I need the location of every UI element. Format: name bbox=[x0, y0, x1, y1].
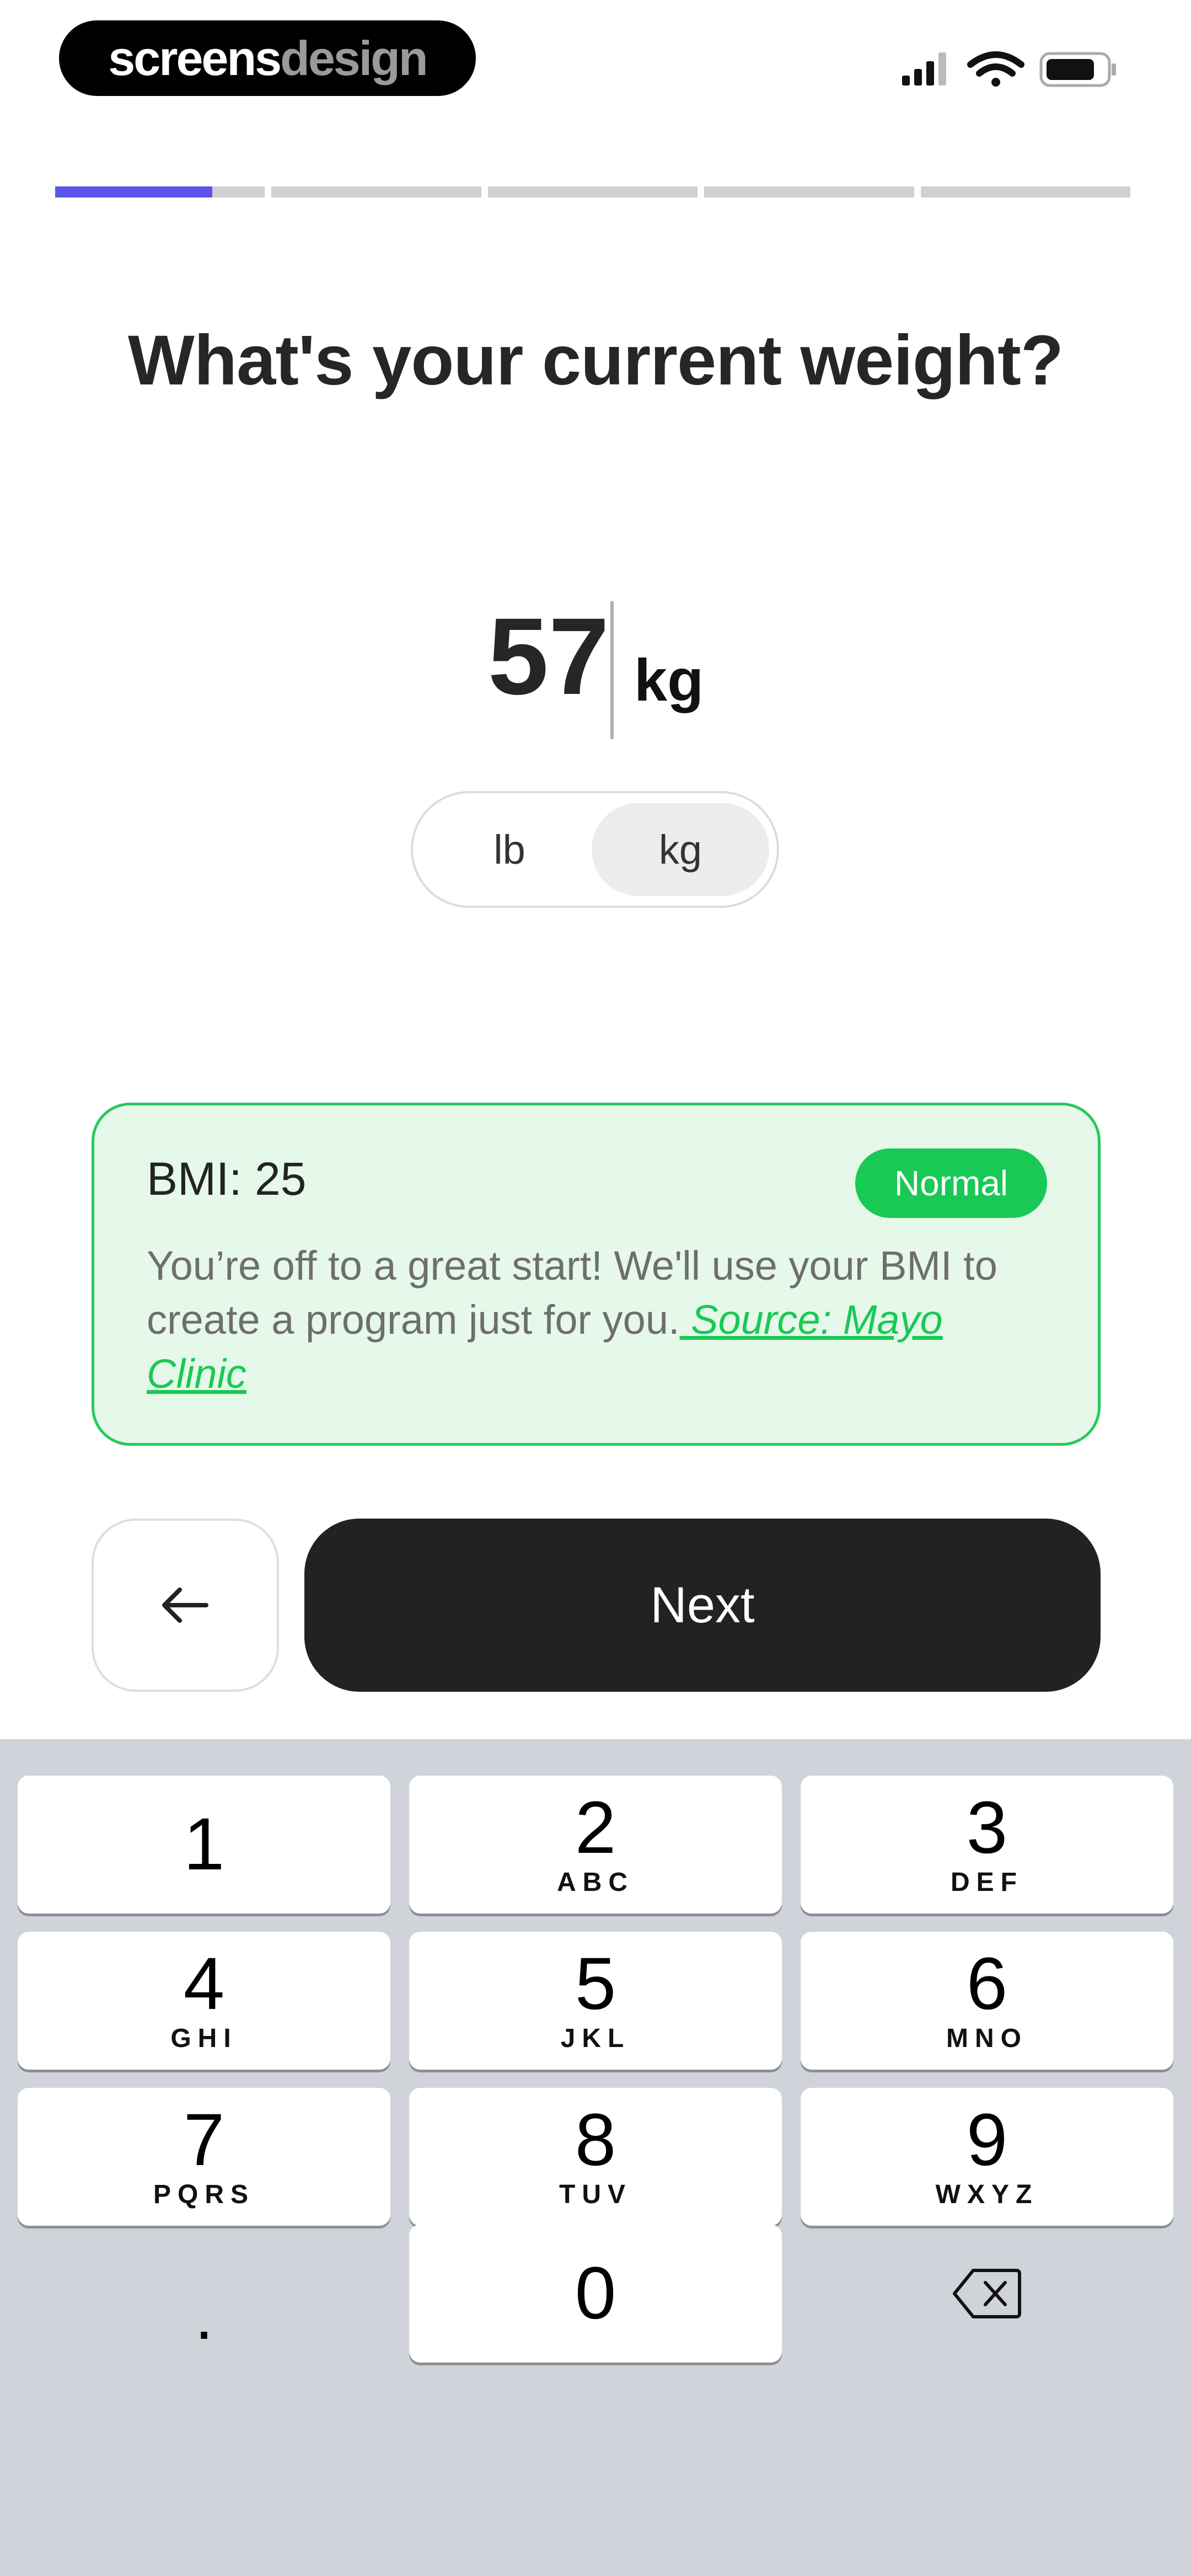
key-0[interactable]: 0 bbox=[409, 2225, 782, 2363]
bmi-card: BMI: 25 Normal You’re off to a great sta… bbox=[92, 1103, 1101, 1446]
progress-segment bbox=[487, 186, 698, 197]
next-button[interactable]: Next bbox=[304, 1519, 1101, 1692]
key-digit: 7 bbox=[183, 2099, 225, 2181]
progress-segment bbox=[920, 186, 1131, 197]
weight-value: 57 bbox=[487, 595, 609, 717]
backspace-icon bbox=[953, 2269, 1021, 2318]
key-digit: 8 bbox=[575, 2099, 616, 2181]
key-decimal[interactable]: . bbox=[18, 2244, 390, 2382]
progress-segment bbox=[271, 186, 481, 197]
back-button[interactable] bbox=[92, 1519, 279, 1692]
bmi-label: BMI: 25 bbox=[147, 1153, 307, 1205]
key-letters: JKL bbox=[560, 2024, 631, 2053]
unit-option-kg[interactable]: kg bbox=[592, 803, 769, 896]
progress-fill bbox=[55, 186, 213, 197]
progress-segment bbox=[55, 186, 265, 197]
text-cursor bbox=[610, 601, 614, 739]
progress-segment bbox=[704, 186, 914, 197]
key-8[interactable]: 8 TUV bbox=[409, 2088, 782, 2226]
key-digit: 3 bbox=[966, 1787, 1008, 1869]
key-digit: 9 bbox=[966, 2099, 1008, 2181]
key-digit: 0 bbox=[575, 2252, 616, 2334]
bmi-description: You’re off to a great start! We'll use y… bbox=[147, 1239, 1051, 1401]
key-1[interactable]: 1 bbox=[18, 1776, 390, 1914]
key-letters: TUV bbox=[559, 2180, 632, 2209]
weight-input[interactable]: 57 kg bbox=[0, 601, 1191, 745]
key-letters: DEF bbox=[951, 1868, 1023, 1897]
key-5[interactable]: 5 JKL bbox=[409, 1932, 782, 2070]
key-6[interactable]: 6 MNO bbox=[801, 1932, 1173, 2070]
key-9[interactable]: 9 WXYZ bbox=[801, 2088, 1173, 2226]
key-letters: MNO bbox=[946, 2024, 1028, 2053]
brand-logo-part1: screens bbox=[108, 30, 282, 85]
key-digit: 6 bbox=[966, 1943, 1008, 2025]
page-title: What's your current weight? bbox=[128, 321, 1064, 400]
status-icons bbox=[902, 51, 1116, 87]
arrow-left-icon bbox=[162, 1588, 208, 1623]
onboarding-progress bbox=[55, 186, 1131, 197]
key-digit: 5 bbox=[575, 1943, 616, 2025]
status-badge: Normal bbox=[855, 1148, 1047, 1218]
brand-logo-part2: design bbox=[280, 30, 428, 85]
key-digit: 4 bbox=[183, 1943, 225, 2025]
key-decimal-label: . bbox=[195, 2279, 213, 2353]
key-letters: ABC bbox=[557, 1868, 634, 1897]
key-4[interactable]: 4 GHI bbox=[18, 1932, 390, 2070]
key-letters: GHI bbox=[170, 2024, 238, 2053]
key-letters: WXYZ bbox=[935, 2180, 1039, 2209]
key-7[interactable]: 7 PQRS bbox=[18, 2088, 390, 2226]
battery-icon bbox=[1039, 52, 1116, 87]
unit-toggle: lb kg bbox=[411, 791, 779, 908]
brand-logo: screens design bbox=[59, 20, 476, 96]
delete-key[interactable] bbox=[801, 2225, 1173, 2363]
key-digit: 1 bbox=[183, 1803, 225, 1885]
key-letters: PQRS bbox=[153, 2180, 255, 2209]
unit-option-lb[interactable]: lb bbox=[421, 803, 598, 896]
cellular-signal-icon bbox=[902, 52, 946, 85]
key-2[interactable]: 2 ABC bbox=[409, 1776, 782, 1914]
key-digit: 2 bbox=[575, 1787, 616, 1869]
weight-unit: kg bbox=[634, 646, 704, 713]
key-3[interactable]: 3 DEF bbox=[801, 1776, 1173, 1914]
wifi-icon bbox=[967, 51, 1024, 87]
numeric-keyboard: 1 2 ABC 3 DEF 4 GHI 5 JKL 6 MNO 7 PQRS 8… bbox=[0, 1739, 1191, 2576]
